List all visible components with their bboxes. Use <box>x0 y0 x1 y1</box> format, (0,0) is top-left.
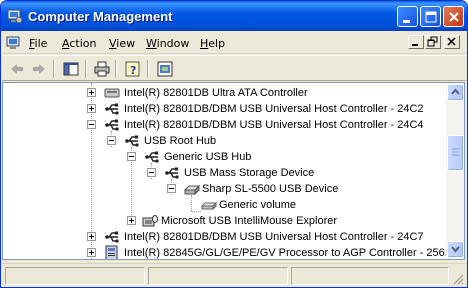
scroll-down-button[interactable] <box>447 241 464 258</box>
tree-row-label: Generic USB Hub <box>164 151 252 163</box>
svg-text:?: ? <box>130 64 136 77</box>
print-icon[interactable] <box>93 60 111 78</box>
minimize-button[interactable] <box>397 6 418 27</box>
show-hide-tree-icon[interactable] <box>62 60 80 78</box>
tree-row-label: Intel(R) 82845G/GL/GE/PE/GV Processor to… <box>124 247 446 259</box>
tree-row[interactable]: Generic USB Hub <box>3 149 443 165</box>
tree-row[interactable]: Microsoft USB IntelliMouse Explorer <box>3 213 443 229</box>
help-icon[interactable]: ? <box>124 60 142 78</box>
expand-button[interactable] <box>87 88 96 97</box>
usb-icon <box>104 101 120 117</box>
expand-button[interactable] <box>127 216 136 225</box>
scroll-thumb[interactable] <box>447 135 464 171</box>
status-pane <box>148 267 288 285</box>
tree-row-label: USB Root Hub <box>144 135 217 147</box>
usb-icon <box>124 133 140 149</box>
tree-row-label: Intel(R) 82801DB/DBM USB Universal Host … <box>124 103 424 115</box>
tree-row[interactable]: Intel(R) 82801DB/DBM USB Universal Host … <box>3 101 443 117</box>
scroll-up-button[interactable] <box>447 84 464 101</box>
menu-action-label: ction <box>69 37 97 50</box>
tree-row[interactable]: Intel(R) 82845G/GL/GE/PE/GV Processor to… <box>3 245 446 259</box>
menu-action[interactable]: Action <box>62 36 96 51</box>
tree-row-label: Intel(R) 82801DB Ultra ATA Controller <box>124 87 308 99</box>
tree-row[interactable]: USB Root Hub <box>3 133 443 149</box>
toolbar-separator <box>115 60 117 78</box>
collapse-button[interactable] <box>87 120 96 129</box>
mdi-close-button[interactable] <box>444 35 460 49</box>
expand-button[interactable] <box>87 104 96 113</box>
mdi-minimize-button[interactable] <box>408 35 424 49</box>
tree-row[interactable]: Intel(R) 82801DB/DBM USB Universal Host … <box>3 229 443 245</box>
menu-bar: File Action View Window Help <box>2 32 466 54</box>
collapse-button[interactable] <box>107 136 116 145</box>
keyboard-mouse-icon <box>142 213 158 229</box>
menu-file-label: ile <box>34 37 48 50</box>
usb-icon <box>164 165 180 181</box>
computer-management-icon <box>7 8 23 24</box>
expand-button[interactable] <box>87 248 96 257</box>
tree-row[interactable]: USB Mass Storage Device <box>3 165 443 181</box>
tree-row-label: USB Mass Storage Device <box>184 167 315 179</box>
status-bar <box>2 263 466 287</box>
tree-row[interactable]: Generic volume <box>3 197 443 213</box>
mmc-document-icon[interactable] <box>6 35 22 51</box>
title-bar[interactable]: Computer Management <box>1 1 467 31</box>
ide-controller-icon <box>104 85 120 101</box>
status-pane <box>291 267 449 285</box>
expand-button[interactable] <box>87 232 96 241</box>
menu-view[interactable]: View <box>109 36 135 51</box>
device-tree[interactable]: Intel(R) 82801DB Ultra ATA Controller In… <box>2 82 446 260</box>
resize-grip-icon[interactable] <box>452 273 464 285</box>
collapse-button[interactable] <box>167 184 176 193</box>
vertical-scrollbar[interactable] <box>446 82 465 260</box>
toolbar-separator <box>53 60 55 78</box>
usb-icon <box>104 117 120 133</box>
mdi-restore-button[interactable] <box>425 35 441 49</box>
menu-help-label: elp <box>208 37 226 50</box>
volume-icon <box>200 197 218 213</box>
forward-icon[interactable] <box>30 60 48 78</box>
toolbar-separator <box>147 60 149 78</box>
usb-icon <box>104 229 120 245</box>
menu-window-accel: W <box>146 37 157 50</box>
menu-view-label: iew <box>116 37 136 50</box>
window-title: Computer Management <box>28 9 173 24</box>
toolbar-separator <box>85 60 87 78</box>
tree-row-label: Generic volume <box>219 199 297 211</box>
tree-row[interactable]: Intel(R) 82801DB Ultra ATA Controller <box>3 85 443 101</box>
menu-file[interactable]: File <box>29 36 47 51</box>
tree-row-label: Intel(R) 82801DB/DBM USB Universal Host … <box>124 119 424 131</box>
maximize-button[interactable] <box>420 6 441 27</box>
menu-help[interactable]: Help <box>200 36 225 51</box>
close-button[interactable] <box>443 6 464 27</box>
collapse-button[interactable] <box>147 168 156 177</box>
tree-row[interactable]: Intel(R) 82801DB/DBM USB Universal Host … <box>3 117 443 133</box>
tree-row-label: Intel(R) 82801DB/DBM USB Universal Host … <box>124 231 424 243</box>
computer-management-window: Computer Management File Action View Win… <box>0 0 468 288</box>
collapse-button[interactable] <box>127 152 136 161</box>
tree-row[interactable]: Sharp SL-5500 USB Device <box>3 181 443 197</box>
tree-row-label: Sharp SL-5500 USB Device <box>202 183 339 195</box>
status-pane <box>5 267 145 285</box>
disk-drive-icon <box>183 181 201 197</box>
system-device-icon <box>104 245 120 259</box>
menu-window[interactable]: Window <box>146 36 189 51</box>
properties-icon[interactable] <box>156 60 174 78</box>
toolbar: ? <box>2 55 466 81</box>
back-icon[interactable] <box>8 60 26 78</box>
menu-window-label: indow <box>156 37 190 50</box>
tree-row-label: Microsoft USB IntelliMouse Explorer <box>161 215 338 227</box>
usb-icon <box>144 149 160 165</box>
